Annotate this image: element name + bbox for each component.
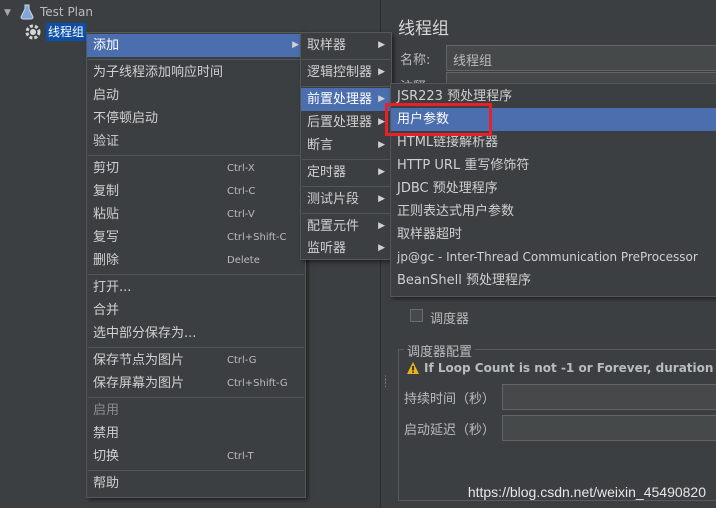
menu-separator <box>302 59 390 60</box>
preprocessor-item-inter-thread[interactable]: jp@gc - Inter-Thread Communication PrePr… <box>391 246 716 269</box>
name-field[interactable]: 线程组 <box>446 45 716 71</box>
scheduler-warning: If Loop Count is not -1 or Forever, dura… <box>424 361 716 375</box>
menu-item-save-node-image[interactable]: 保存节点为图片 Ctrl-G <box>87 349 305 372</box>
menu-separator <box>88 397 304 398</box>
submenu-item-listener[interactable]: 监听器 ▶ <box>301 237 391 260</box>
preprocessor-item-beanshell[interactable]: BeanShell 预处理程序 <box>391 269 716 292</box>
tree-node-label: Test Plan <box>40 5 93 19</box>
submenu-item-logic-controller[interactable]: 逻辑控制器 ▶ <box>301 61 391 84</box>
submenu-arrow-icon: ▶ <box>378 221 385 231</box>
submenu-arrow-icon: ▶ <box>378 140 385 150</box>
submenu-item-sampler[interactable]: 取样器 ▶ <box>301 34 391 57</box>
tree-node-test-plan[interactable]: ▼ Test Plan <box>4 2 93 22</box>
menu-separator <box>302 186 390 187</box>
menu-item-merge[interactable]: 合并 <box>87 299 305 322</box>
submenu-arrow-icon: ▶ <box>378 40 385 50</box>
submenu-item-preprocessor[interactable]: 前置处理器 ▶ <box>301 88 391 111</box>
duration-field[interactable] <box>502 384 716 410</box>
preprocessor-item-regex-user-params[interactable]: 正则表达式用户参数 <box>391 200 716 223</box>
submenu-arrow-icon: ▶ <box>378 94 385 104</box>
submenu-arrow-icon: ▶ <box>378 243 385 253</box>
splitter-grip-icon[interactable]: ⋮ ⋮ <box>381 376 390 394</box>
submenu-item-test-fragment[interactable]: 测试片段 ▶ <box>301 188 391 211</box>
menu-item-cut[interactable]: 剪切 Ctrl-X <box>87 157 305 180</box>
scheduler-checkbox[interactable] <box>410 309 423 322</box>
context-menu: 添加 ▶ 为子线程添加响应时间 启动 不停顿启动 验证 剪切 Ctrl-X 复制 Ct… <box>86 32 306 498</box>
name-field-value: 线程组 <box>453 54 493 69</box>
submenu-item-config-element[interactable]: 配置元件 ▶ <box>301 215 391 238</box>
menu-item-save-screen-image[interactable]: 保存屏幕为图片 Ctrl+Shift-G <box>87 372 305 395</box>
submenu-arrow-icon: ▶ <box>292 40 299 50</box>
menu-item-paste[interactable]: 粘贴 Ctrl-V <box>87 203 305 226</box>
scheduler-group-title: 调度器配置 <box>404 341 476 360</box>
submenu-arrow-icon: ▶ <box>378 194 385 204</box>
submenu-item-assertion[interactable]: 断言 ▶ <box>301 134 391 157</box>
menu-separator <box>88 155 304 156</box>
menu-item-save-selection[interactable]: 选中部分保存为... <box>87 322 305 345</box>
startup-delay-label: 启动延迟（秒） <box>404 423 496 438</box>
gear-icon <box>25 24 41 40</box>
menu-separator <box>302 86 390 87</box>
menu-separator <box>88 59 304 60</box>
menu-separator <box>88 470 304 471</box>
submenu-item-timer[interactable]: 定时器 ▶ <box>301 161 391 184</box>
menu-separator <box>302 159 390 160</box>
scheduler-checkbox-label: 调度器 <box>430 312 470 327</box>
preprocessor-item-http-url-rewriting[interactable]: HTTP URL 重写修饰符 <box>391 154 716 177</box>
add-submenu: 取样器 ▶ 逻辑控制器 ▶ 前置处理器 ▶ 后置处理器 ▶ 断言 ▶ 定时器 ▶ 测试片段 ▶… <box>300 32 392 260</box>
warning-icon <box>406 361 420 375</box>
menu-separator <box>88 274 304 275</box>
menu-item-duplicate[interactable]: 复写 Ctrl+Shift-C <box>87 226 305 249</box>
menu-item-help[interactable]: 帮助 <box>87 472 305 495</box>
submenu-arrow-icon: ▶ <box>378 117 385 127</box>
menu-item-start[interactable]: 启动 <box>87 84 305 107</box>
preprocessor-item-jdbc[interactable]: JDBC 预处理程序 <box>391 177 716 200</box>
menu-item-enable[interactable]: 启用 <box>87 399 305 422</box>
flask-icon <box>20 4 34 20</box>
menu-separator <box>88 347 304 348</box>
tree-node-label-selected: 线程组 <box>46 23 87 41</box>
menu-item-delete[interactable]: 删除 Delete <box>87 249 305 272</box>
name-label: 名称: <box>400 53 431 68</box>
menu-item-start-no-pause[interactable]: 不停顿启动 <box>87 107 305 130</box>
menu-item-copy[interactable]: 复制 Ctrl-C <box>87 180 305 203</box>
page-title: 线程组 <box>398 19 449 39</box>
menu-item-validate[interactable]: 验证 <box>87 130 305 153</box>
submenu-arrow-icon: ▶ <box>378 67 385 77</box>
submenu-item-postprocessor[interactable]: 后置处理器 ▶ <box>301 111 391 134</box>
menu-item-toggle[interactable]: 切换 Ctrl-T <box>87 445 305 468</box>
menu-item-disable[interactable]: 禁用 <box>87 422 305 445</box>
menu-item-open[interactable]: 打开... <box>87 276 305 299</box>
menu-item-add[interactable]: 添加 ▶ <box>87 34 305 57</box>
preprocessor-item-sample-timeout[interactable]: 取样器超时 <box>391 223 716 246</box>
expand-toggle-icon[interactable]: ▼ <box>4 8 11 18</box>
menu-separator <box>302 213 390 214</box>
submenu-arrow-icon: ▶ <box>378 167 385 177</box>
watermark: https://blog.csdn.net/weixin_45490820 <box>467 484 706 500</box>
menu-item-add-response-time[interactable]: 为子线程添加响应时间 <box>87 61 305 84</box>
duration-label: 持续时间（秒） <box>404 392 496 407</box>
highlight-box <box>385 103 492 136</box>
startup-delay-field[interactable] <box>502 415 716 441</box>
